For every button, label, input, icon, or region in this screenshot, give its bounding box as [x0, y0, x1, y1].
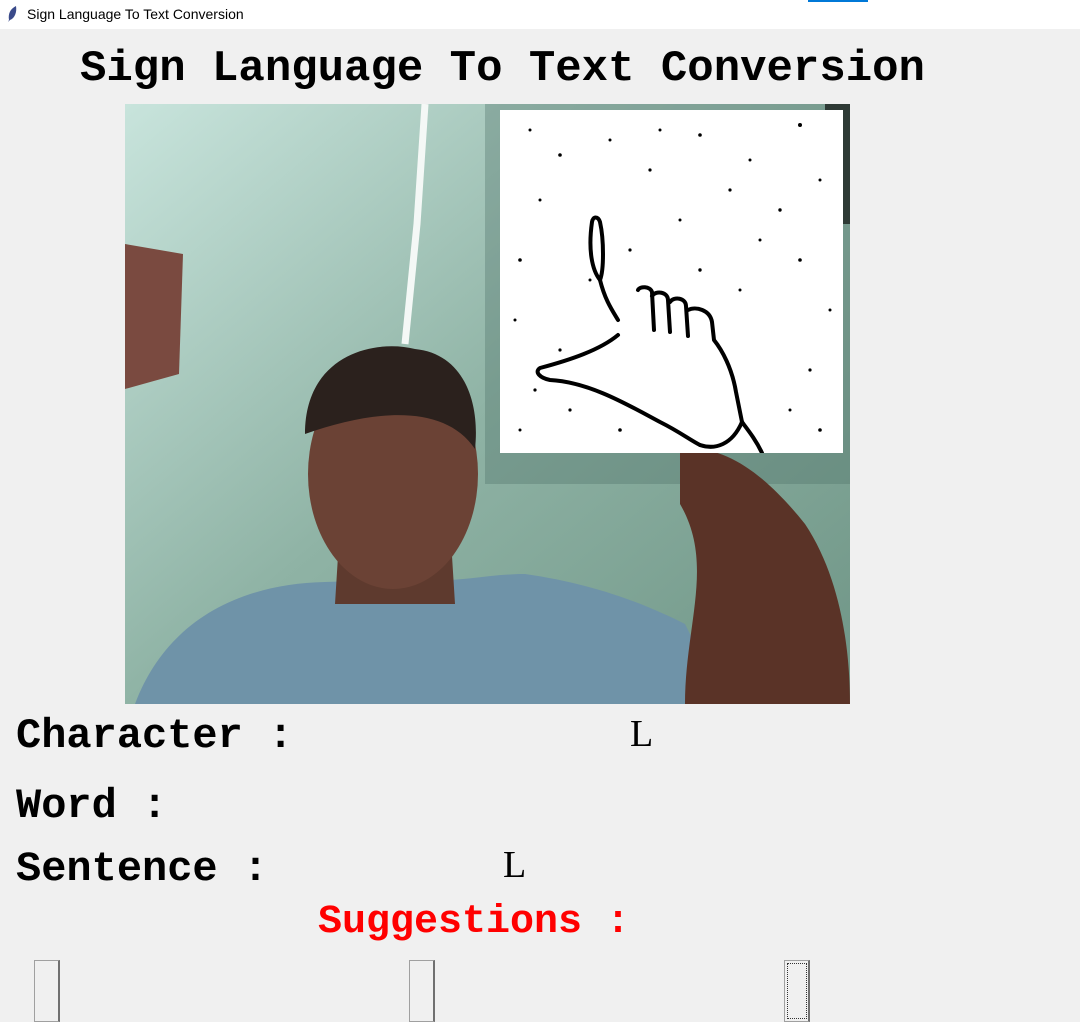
- sentence-label: Sentence :: [16, 845, 269, 893]
- suggestion-button-2[interactable]: [409, 960, 435, 1022]
- window-title: Sign Language To Text Conversion: [27, 6, 244, 22]
- sentence-value: L: [503, 844, 527, 886]
- window-titlebar: Sign Language To Text Conversion: [0, 0, 1080, 29]
- character-value: L: [630, 713, 654, 755]
- word-label: Word :: [16, 782, 168, 830]
- suggestion-button-3[interactable]: [784, 960, 810, 1022]
- character-label: Character :: [16, 712, 294, 760]
- feather-icon: [6, 5, 18, 23]
- processed-hand-image: [500, 110, 843, 453]
- suggestions-label: Suggestions :: [318, 900, 631, 945]
- suggestion-button-1[interactable]: [34, 960, 60, 1022]
- titlebar-accent: [808, 0, 868, 2]
- page-title: Sign Language To Text Conversion: [80, 44, 925, 94]
